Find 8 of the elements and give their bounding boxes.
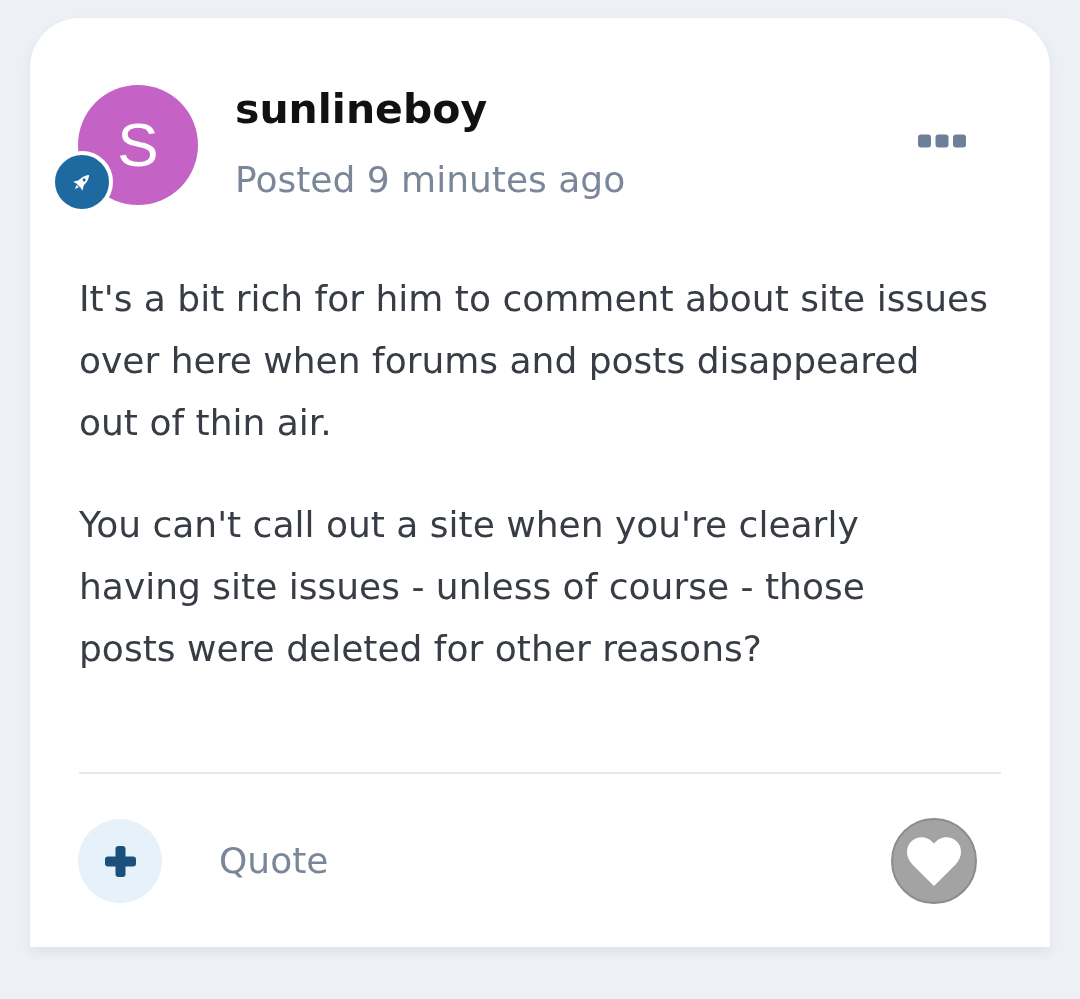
- heart-icon: [907, 836, 961, 886]
- plus-icon: [104, 845, 136, 877]
- post-time: Posted 9 minutes ago: [235, 158, 626, 202]
- username[interactable]: sunlineboy: [235, 85, 626, 133]
- quote-button[interactable]: Quote: [219, 839, 329, 883]
- post-paragraph: You can't call out a site when you're clearly having site issues - unless of course - those posts were deleted for other reasons?: [79, 503, 865, 671]
- more-options-icon[interactable]: [918, 134, 966, 148]
- post-paragraph: It's a bit rich for him to comment about site issues over here when forums and posts disappeared out of thin air.: [79, 277, 988, 445]
